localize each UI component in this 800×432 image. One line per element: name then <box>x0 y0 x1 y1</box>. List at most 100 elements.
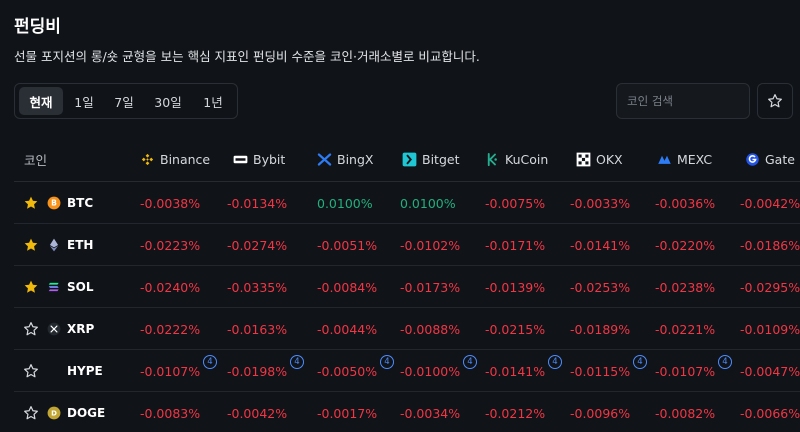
funding-rate-cell: -0.0084% <box>317 266 377 308</box>
funding-rate-value: -0.0034% <box>400 405 461 421</box>
interval-badge: 4 <box>718 355 732 369</box>
exchange-header-bitget[interactable]: Bitget <box>402 136 459 182</box>
star-filled-icon[interactable] <box>23 224 39 266</box>
funding-rate-cell: -0.0066% <box>740 392 800 432</box>
star-outline-icon[interactable] <box>23 350 39 392</box>
funding-rate-value: -0.0042% <box>740 195 800 211</box>
funding-rate-cell: -0.0215% <box>485 308 545 350</box>
coin-symbol[interactable]: DOGE <box>67 392 105 432</box>
funding-rate-value: -0.0198% <box>227 363 288 379</box>
exchange-header-okx[interactable]: OKX <box>576 136 623 182</box>
exchange-name: MEXC <box>677 151 713 167</box>
funding-rate-value: -0.0141% <box>570 237 631 253</box>
funding-rate-cell: -0.0189% <box>570 308 630 350</box>
okx-icon <box>576 152 591 167</box>
table-row[interactable]: D DOGE -0.0083% -0.0042% -0.0017% -0.0034% -0.… <box>14 392 800 432</box>
funding-rate-cell: -0.0036% <box>655 182 715 224</box>
period-now-button[interactable]: 현재 <box>19 87 63 115</box>
exchange-name: OKX <box>596 151 623 167</box>
star-outline-icon[interactable] <box>23 392 39 432</box>
funding-rate-value: -0.0084% <box>317 279 378 295</box>
page-subtitle: 선물 포지션의 롱/숏 균형을 보는 핵심 지표인 펀딩비 수준을 코인·거래소… <box>14 49 480 64</box>
funding-rate-value: -0.0050% <box>317 363 378 379</box>
xrp-icon <box>47 308 61 350</box>
table-row[interactable]: HYPE -0.0107% 4 -0.0198% 4 -0.0050% 4 -0.0100% 4… <box>14 350 800 392</box>
coin-symbol[interactable]: XRP <box>67 308 94 350</box>
coin-symbol[interactable]: ETH <box>67 224 93 266</box>
period-1y-button[interactable]: 1년 <box>193 87 233 115</box>
funding-rate-cell: -0.0240% <box>140 266 200 308</box>
coin-symbol[interactable]: SOL <box>67 266 94 308</box>
favorites-filter-button[interactable] <box>757 83 793 119</box>
eth-icon <box>47 224 61 266</box>
star-filled-icon[interactable] <box>23 266 39 308</box>
funding-rate-value: -0.0102% <box>400 237 461 253</box>
doge-icon: D <box>47 392 61 432</box>
funding-rate-cell: -0.0163% <box>227 308 287 350</box>
exchange-name: Gate <box>765 151 795 167</box>
coin-search-box <box>616 83 750 119</box>
table-row[interactable]: SOL -0.0240% -0.0335% -0.0084% -0.0173% -0.01… <box>14 266 800 308</box>
funding-rate-value: -0.0186% <box>740 237 800 253</box>
period-7d-button[interactable]: 7일 <box>105 87 143 115</box>
funding-rate-value: -0.0139% <box>485 279 546 295</box>
funding-rate-value: -0.0038% <box>140 195 201 211</box>
funding-rate-value: -0.0115% <box>570 363 631 379</box>
interval-badge: 4 <box>203 355 217 369</box>
binance-icon <box>140 152 155 167</box>
exchange-header-bingx[interactable]: BingX <box>317 136 373 182</box>
funding-rate-cell: -0.0100% <box>400 350 460 392</box>
funding-rate-cell: -0.0083% <box>140 392 200 432</box>
bingx-icon <box>317 152 332 167</box>
table-row[interactable]: B BTC -0.0038% -0.0134% 0.0100% 0.0100% -0.007… <box>14 182 800 224</box>
funding-rate-value: -0.0017% <box>317 405 378 421</box>
star-outline-icon[interactable] <box>23 308 39 350</box>
exchange-header-bybit[interactable]: Bybit <box>233 136 285 182</box>
funding-rate-cell: -0.0186% <box>740 224 800 266</box>
table-header: 코인 Binance Bybit BingX Bitget KuCoin OKX… <box>14 136 800 182</box>
funding-rate-cell: -0.0238% <box>655 266 715 308</box>
funding-rate-value: -0.0220% <box>655 237 716 253</box>
funding-rate-cell: -0.0082% <box>655 392 715 432</box>
star-filled-icon[interactable] <box>23 182 39 224</box>
funding-rate-value: -0.0141% <box>485 363 546 379</box>
exchange-header-kucoin[interactable]: KuCoin <box>485 136 548 182</box>
funding-rate-cell: -0.0212% <box>485 392 545 432</box>
exchange-header-mexc[interactable]: MEXC <box>657 136 712 182</box>
funding-rate-cell: -0.0042% <box>740 182 800 224</box>
period-1d-button[interactable]: 1일 <box>65 87 103 115</box>
sol-icon <box>47 266 61 308</box>
funding-rate-value: -0.0044% <box>317 321 378 337</box>
gate-icon <box>745 152 760 167</box>
funding-rate-value: -0.0222% <box>140 321 201 337</box>
exchange-header-binance[interactable]: Binance <box>140 136 210 182</box>
funding-rate-value: -0.0066% <box>740 405 800 421</box>
funding-rate-cell: -0.0107% <box>655 350 715 392</box>
funding-rate-value: -0.0173% <box>400 279 461 295</box>
coin-symbol[interactable]: HYPE <box>67 350 103 392</box>
funding-rate-cell: 0.0100% <box>400 182 456 224</box>
exchange-name: Bybit <box>253 151 286 167</box>
svg-text:B: B <box>51 199 57 208</box>
funding-rate-cell: -0.0017% <box>317 392 377 432</box>
funding-rate-value: -0.0189% <box>570 321 631 337</box>
coin-symbol[interactable]: BTC <box>67 182 93 224</box>
funding-rate-value: -0.0335% <box>227 279 288 295</box>
table-row[interactable]: XRP -0.0222% -0.0163% -0.0044% -0.0088% -0.02… <box>14 308 800 350</box>
funding-rate-value: -0.0171% <box>485 237 546 253</box>
table-row[interactable]: ETH -0.0223% -0.0274% -0.0051% -0.0102% -0.01… <box>14 224 800 266</box>
funding-rate-value: -0.0088% <box>400 321 461 337</box>
funding-rate-cell: -0.0141% <box>485 350 545 392</box>
funding-rate-cell: -0.0141% <box>570 224 630 266</box>
funding-rate-value: -0.0107% <box>655 363 716 379</box>
btc-icon: B <box>47 182 61 224</box>
funding-rate-cell: -0.0173% <box>400 266 460 308</box>
funding-rate-value: 0.0100% <box>400 195 456 211</box>
funding-rate-value: -0.0238% <box>655 279 716 295</box>
coin-search-input[interactable] <box>627 94 739 108</box>
exchange-header-gate[interactable]: Gate <box>745 136 795 182</box>
funding-rate-cell: -0.0047% <box>740 350 800 392</box>
period-30d-button[interactable]: 30일 <box>145 87 191 115</box>
funding-rate-value: -0.0274% <box>227 237 288 253</box>
funding-rate-cell: -0.0134% <box>227 182 287 224</box>
